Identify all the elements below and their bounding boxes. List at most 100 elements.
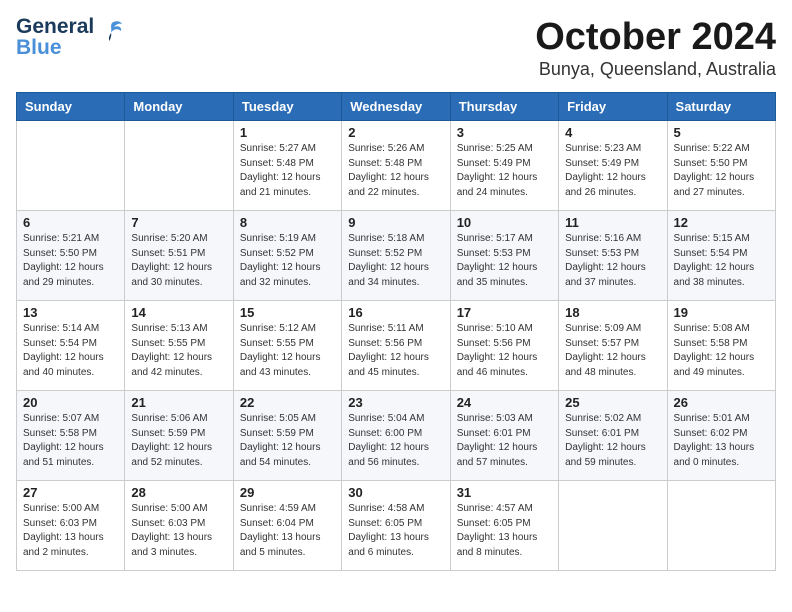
daylight: Daylight: 12 hours and 48 minutes. [565, 352, 646, 378]
calendar-cell: 8Sunrise: 5:19 AMSunset: 5:52 PMDaylight… [233, 211, 341, 301]
daylight: Daylight: 12 hours and 34 minutes. [348, 262, 429, 288]
sunrise: Sunrise: 5:00 AM [131, 503, 207, 514]
logo-line2: Blue [16, 37, 94, 58]
daylight: Daylight: 12 hours and 54 minutes. [240, 442, 321, 468]
day-number: 16 [348, 305, 443, 320]
daylight: Daylight: 13 hours and 5 minutes. [240, 532, 321, 558]
calendar-cell: 15Sunrise: 5:12 AMSunset: 5:55 PMDayligh… [233, 301, 341, 391]
day-info: Sunrise: 4:57 AMSunset: 6:05 PMDaylight:… [457, 502, 552, 560]
day-number: 7 [131, 215, 226, 230]
calendar-cell: 30 Sunrise: 4:58 AMSunset: 6:05 PMDayligh… [342, 481, 450, 571]
day-info: Sunrise: 5:06 AM Sunset: 5:59 PM Daylight:… [131, 412, 226, 470]
calendar-cell: 10Sunrise: 5:17 AMSunset: 5:53 PMDayligh… [450, 211, 558, 301]
day-number: 4 [565, 125, 660, 140]
daylight: Daylight: 13 hours and 8 minutes. [457, 532, 538, 558]
sunset: Sunset: 5:59 PM [240, 428, 314, 439]
sunrise: Sunrise: 4:59 AM [240, 503, 316, 514]
day-number: 30 [348, 485, 443, 500]
day-info: Sunrise: 5:00 AMSunset: 6:03 PMDaylight:… [23, 502, 118, 560]
daylight: Daylight: 13 hours and 3 minutes. [131, 532, 212, 558]
day-info: Sunrise: 5:02 AMSunset: 6:01 PMDaylight:… [565, 412, 660, 470]
day-info: Sunrise: 5:10 AMSunset: 5:56 PMDaylight:… [457, 322, 552, 380]
calendar-cell [667, 481, 775, 571]
daylight: Daylight: 12 hours and 35 minutes. [457, 262, 538, 288]
calendar-header-row: SundayMondayTuesdayWednesdayThursdayFrid… [17, 93, 776, 121]
day-number: 25 [565, 395, 660, 410]
sunset: Sunset: 5:49 PM [565, 158, 639, 169]
sunrise: Sunrise: 5:18 AM [348, 233, 424, 244]
day-info: Sunrise: 5:12 AMSunset: 5:55 PMDaylight:… [240, 322, 335, 380]
daylight: Daylight: 12 hours and 37 minutes. [565, 262, 646, 288]
header-wednesday: Wednesday [342, 93, 450, 121]
sunrise: Sunrise: 5:06 AM [131, 413, 207, 424]
day-info: Sunrise: 5:08 AMSunset: 5:58 PMDaylight:… [674, 322, 769, 380]
calendar-cell: 4 Sunrise: 5:23 AMSunset: 5:49 PMDaylight… [559, 121, 667, 211]
day-info: Sunrise: 5:17 AMSunset: 5:53 PMDaylight:… [457, 232, 552, 290]
sunrise: Sunrise: 5:21 AM [23, 233, 99, 244]
calendar-cell [559, 481, 667, 571]
day-info: Sunrise: 5:22 AMSunset: 5:50 PMDaylight:… [674, 142, 769, 200]
calendar-cell: 20 Sunrise: 5:07 AMSunset: 5:58 PMDayligh… [17, 391, 125, 481]
day-info: Sunrise: 5:13 AMSunset: 5:55 PMDaylight:… [131, 322, 226, 380]
day-number: 28 [131, 485, 226, 500]
sunrise: Sunrise: 5:20 AM [131, 233, 207, 244]
calendar-week-5: 27Sunrise: 5:00 AMSunset: 6:03 PMDayligh… [17, 481, 776, 571]
daylight: Daylight: 12 hours and 22 minutes. [348, 172, 429, 198]
sunrise: Sunrise: 5:17 AM [457, 233, 533, 244]
month-title: October 2024 [535, 16, 776, 59]
calendar-cell: 23Sunrise: 5:04 AMSunset: 6:00 PMDayligh… [342, 391, 450, 481]
header-monday: Monday [125, 93, 233, 121]
day-info: Sunrise: 5:23 AMSunset: 5:49 PMDaylight:… [565, 142, 660, 200]
sunset: Sunset: 6:03 PM [131, 518, 205, 529]
daylight: Daylight: 12 hours and 30 minutes. [131, 262, 212, 288]
day-number: 19 [674, 305, 769, 320]
daylight: Daylight: 13 hours and 0 minutes. [674, 442, 755, 468]
daylight: Daylight: 12 hours and 26 minutes. [565, 172, 646, 198]
sunrise: Sunrise: 5:04 AM [348, 413, 424, 424]
day-info: Sunrise: 4:59 AMSunset: 6:04 PMDaylight:… [240, 502, 335, 560]
calendar-cell: 24Sunrise: 5:03 AMSunset: 6:01 PMDayligh… [450, 391, 558, 481]
sunset: Sunset: 5:55 PM [240, 338, 314, 349]
calendar-cell: 2Sunrise: 5:26 AMSunset: 5:48 PMDaylight… [342, 121, 450, 211]
daylight: Daylight: 13 hours and 6 minutes. [348, 532, 429, 558]
day-number: 3 [457, 125, 552, 140]
daylight: Daylight: 12 hours and 24 minutes. [457, 172, 538, 198]
day-number: 27 [23, 485, 118, 500]
sunrise: Sunrise: 5:11 AM [348, 323, 423, 334]
sunset: Sunset: 5:59 PM [131, 428, 205, 439]
day-info: Sunrise: 5:20 AMSunset: 5:51 PMDaylight:… [131, 232, 226, 290]
day-number: 5 [674, 125, 769, 140]
sunrise: Sunrise: 5:02 AM [565, 413, 641, 424]
day-info: Sunrise: 5:09 AMSunset: 5:57 PMDaylight:… [565, 322, 660, 380]
sunset: Sunset: 5:53 PM [565, 248, 639, 259]
daylight: Daylight: 12 hours and 52 minutes. [131, 442, 212, 468]
sunset: Sunset: 5:48 PM [348, 158, 422, 169]
day-info: Sunrise: 4:58 AMSunset: 6:05 PMDaylight:… [348, 502, 443, 560]
header-sunday: Sunday [17, 93, 125, 121]
day-info: Sunrise: 5:07 AMSunset: 5:58 PMDaylight:… [23, 412, 118, 470]
header-friday: Friday [559, 93, 667, 121]
day-number: 20 [23, 395, 118, 410]
daylight: Daylight: 12 hours and 29 minutes. [23, 262, 104, 288]
calendar-week-2: 6Sunrise: 5:21 AMSunset: 5:50 PMDaylight… [17, 211, 776, 301]
calendar-cell: 25Sunrise: 5:02 AMSunset: 6:01 PMDayligh… [559, 391, 667, 481]
sunrise: Sunrise: 5:08 AM [674, 323, 750, 334]
sunset: Sunset: 5:52 PM [240, 248, 314, 259]
header-saturday: Saturday [667, 93, 775, 121]
daylight: Daylight: 12 hours and 45 minutes. [348, 352, 429, 378]
sunrise: Sunrise: 5:22 AM [674, 143, 750, 154]
day-number: 2 [348, 125, 443, 140]
sunset: Sunset: 6:02 PM [674, 428, 748, 439]
daylight: Daylight: 12 hours and 57 minutes. [457, 442, 538, 468]
sunset: Sunset: 6:01 PM [565, 428, 639, 439]
day-info: Sunrise: 5:04 AMSunset: 6:00 PMDaylight:… [348, 412, 443, 470]
calendar-cell: 29Sunrise: 4:59 AMSunset: 6:04 PMDayligh… [233, 481, 341, 571]
sunrise: Sunrise: 5:12 AM [240, 323, 316, 334]
title-block: October 2024 Bunya, Queensland, Australi… [535, 16, 776, 80]
calendar-cell: 9Sunrise: 5:18 AMSunset: 5:52 PMDaylight… [342, 211, 450, 301]
sunrise: Sunrise: 5:14 AM [23, 323, 99, 334]
sunset: Sunset: 5:54 PM [674, 248, 748, 259]
day-info: Sunrise: 5:15 AMSunset: 5:54 PMDaylight:… [674, 232, 769, 290]
sunset: Sunset: 6:03 PM [23, 518, 97, 529]
sunrise: Sunrise: 5:10 AM [457, 323, 533, 334]
